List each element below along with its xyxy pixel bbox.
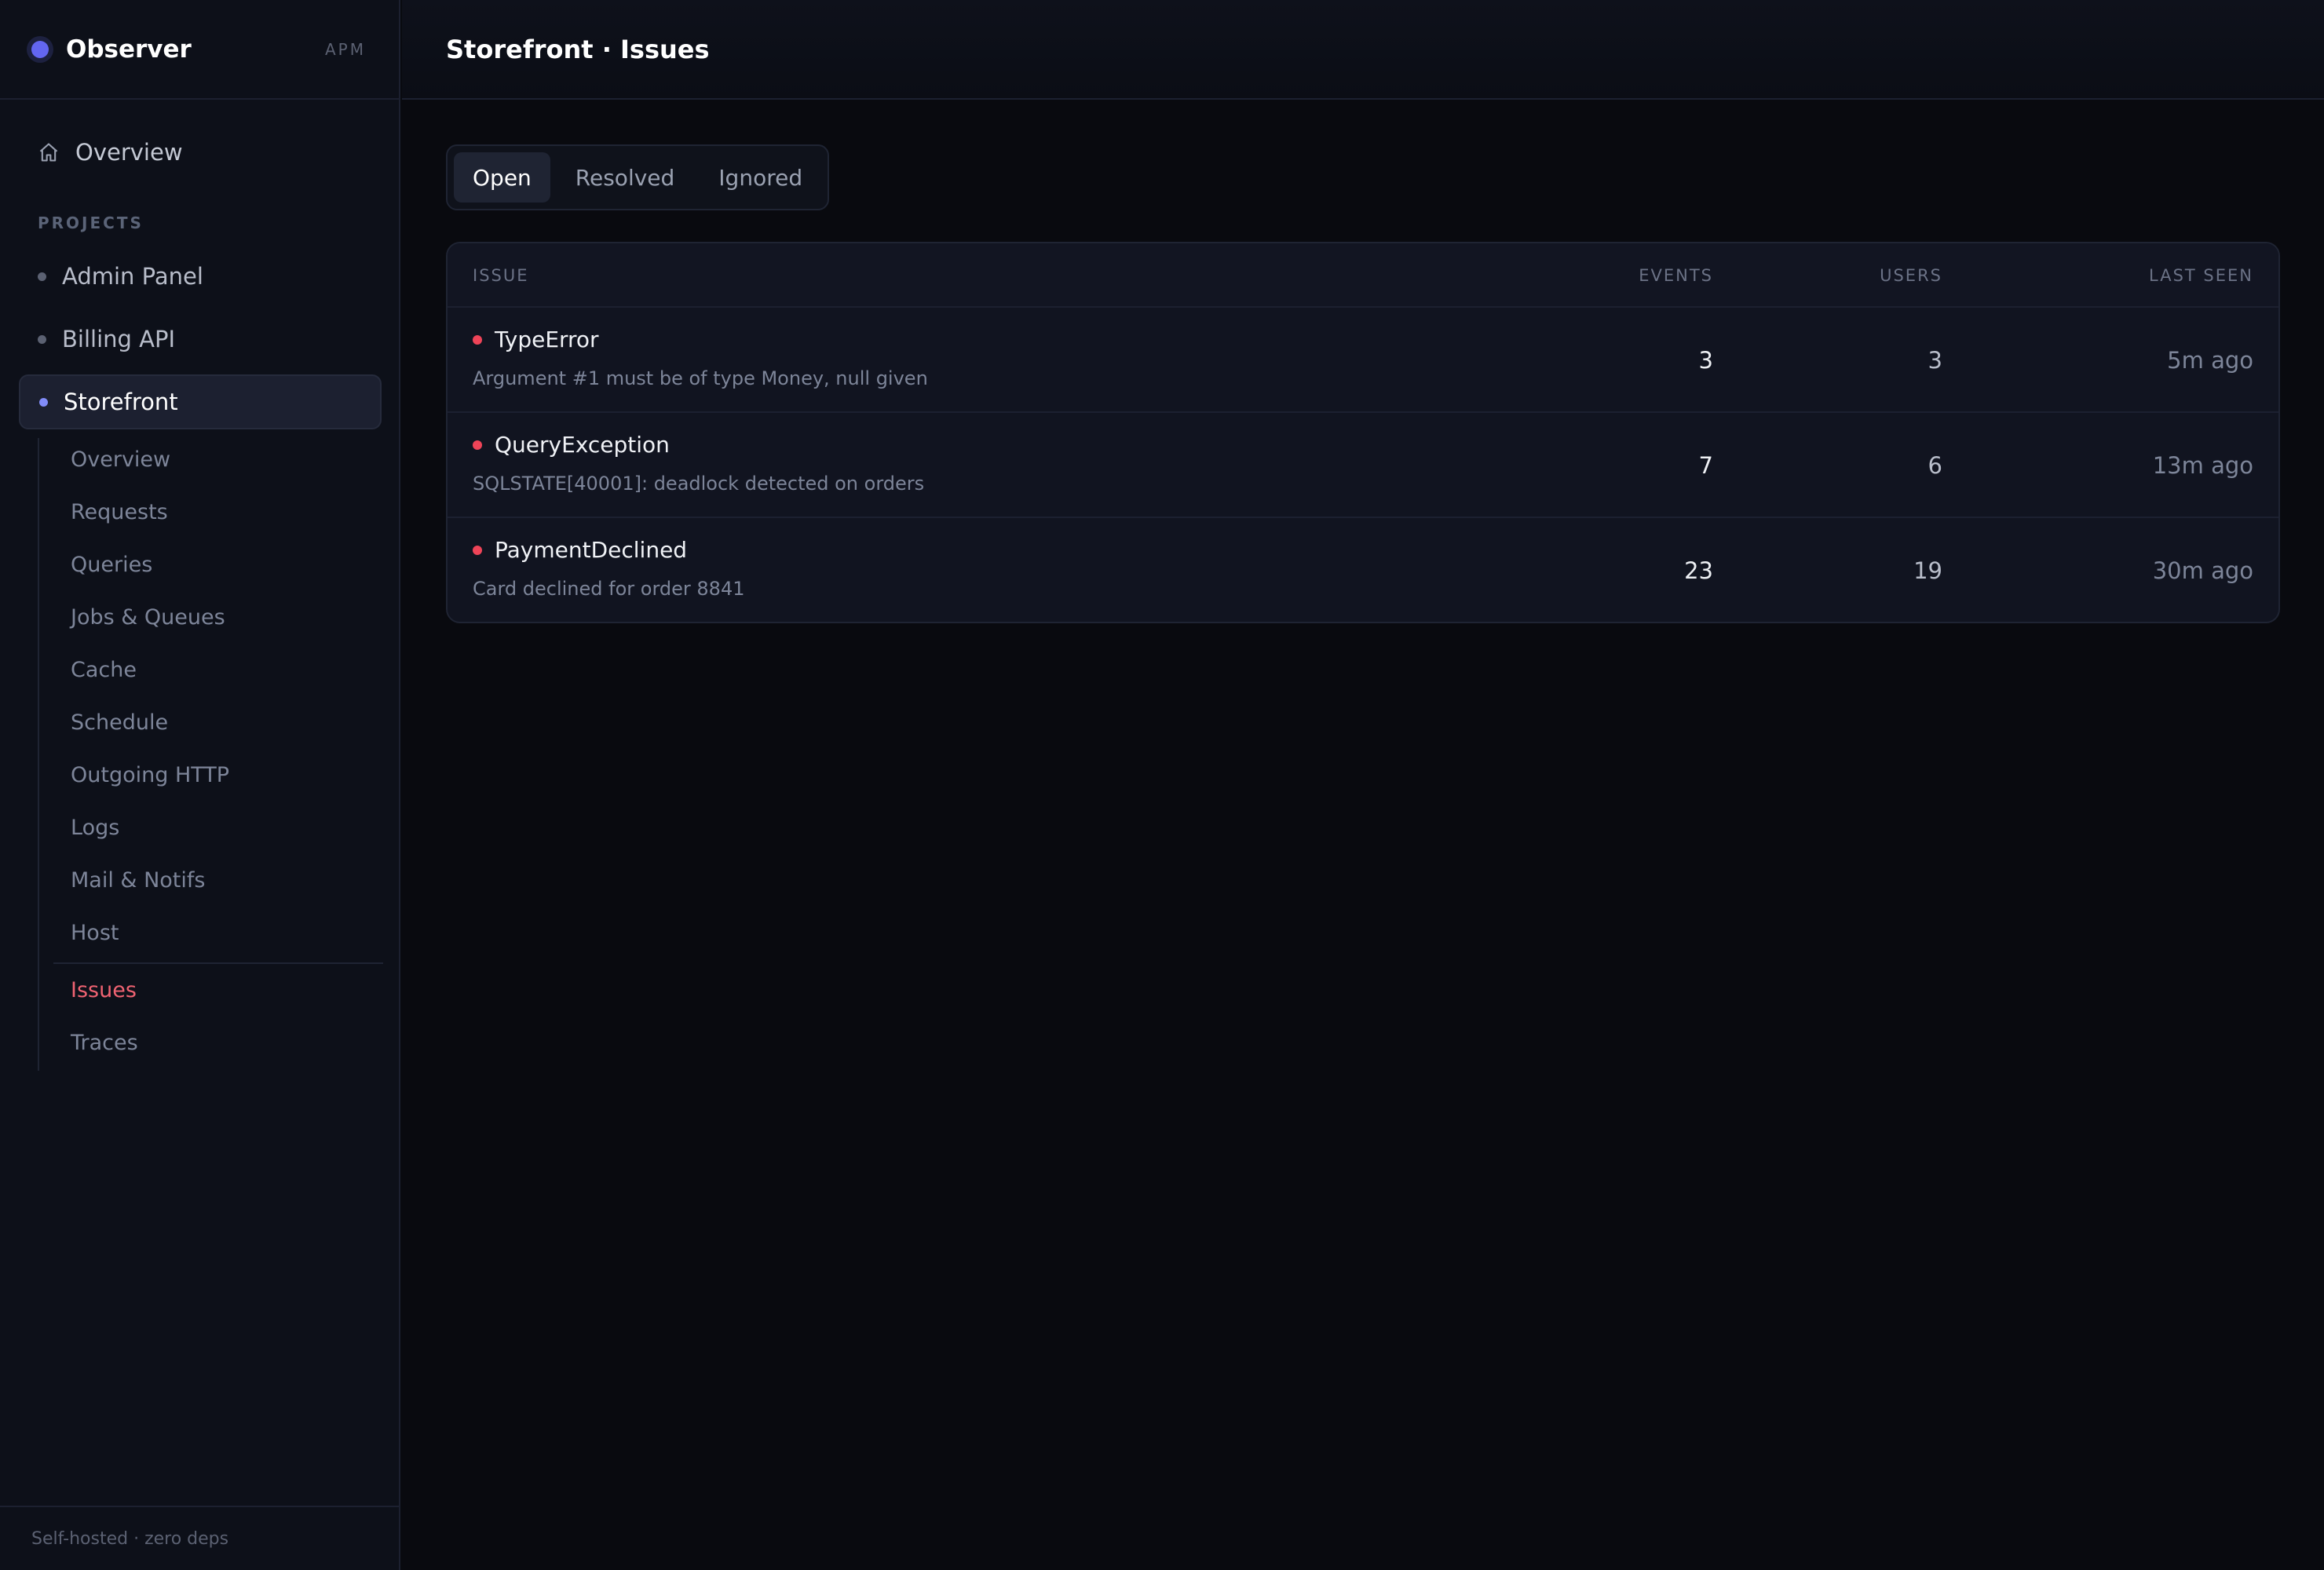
column-header-issue[interactable]: ISSUE [473, 243, 529, 308]
subnav-item-cache[interactable]: Cache [71, 652, 137, 689]
tab-ignored[interactable]: Ignored [700, 152, 821, 203]
issue-message: SQLSTATE[40001]: deadlock detected on or… [473, 473, 925, 495]
issue-title: TypeError [495, 327, 599, 352]
project-label: Billing API [62, 326, 176, 352]
project-billing-api[interactable]: Billing API [19, 312, 382, 367]
subnav-item-issues[interactable]: Issues [71, 972, 137, 1010]
project-label: Admin Panel [62, 263, 203, 290]
error-dot-icon [473, 545, 482, 555]
home-icon [39, 143, 58, 162]
column-header-users[interactable]: USERS [1880, 243, 1942, 308]
issue-users-count: 3 [1928, 347, 1942, 374]
error-dot-icon [473, 440, 482, 450]
subnav-item-queries[interactable]: Queries [71, 546, 152, 584]
issue-status-tabs: Open Resolved Ignored [446, 144, 829, 210]
subnav-item-schedule[interactable]: Schedule [71, 704, 168, 742]
issue-events-count: 7 [1698, 452, 1713, 479]
column-header-last-seen[interactable]: LAST SEEN [2149, 243, 2253, 308]
projects-section-label: PROJECTS [38, 214, 144, 232]
table-header: ISSUE EVENTS USERS LAST SEEN [448, 243, 2278, 308]
subnav-item-mail-notifs[interactable]: Mail & Notifs [71, 862, 205, 900]
page-header: Storefront · Issues [402, 0, 2324, 100]
brand-tag: APM [325, 39, 366, 59]
column-header-events[interactable]: EVENTS [1639, 243, 1713, 308]
subnav-divider [53, 962, 383, 964]
page-title: Storefront · Issues [446, 34, 710, 64]
error-dot-icon [473, 334, 482, 345]
issue-title: QueryException [495, 432, 670, 458]
nav-overview-label: Overview [75, 139, 183, 166]
table-row[interactable]: QueryException SQLSTATE[40001]: deadlock… [448, 413, 2278, 518]
brand: Observer APM [0, 0, 399, 100]
subnav-item-logs[interactable]: Logs [71, 809, 119, 847]
project-label: Storefront [64, 389, 178, 415]
issue-users-count: 19 [1913, 557, 1942, 584]
project-dot-icon [38, 334, 46, 344]
subnav-item-requests[interactable]: Requests [71, 494, 168, 531]
table-row[interactable]: PaymentDeclined Card declined for order … [448, 518, 2278, 622]
table-row[interactable]: TypeError Argument #1 must be of type Mo… [448, 308, 2278, 413]
storefront-subnav: Overview Requests Queries Jobs & Queues … [38, 438, 383, 1071]
issue-name: TypeError [473, 327, 599, 352]
sidebar: Observer APM Overview PROJECTS Admin Pan… [0, 0, 400, 1570]
tab-open[interactable]: Open [454, 152, 550, 203]
project-admin-panel[interactable]: Admin Panel [19, 249, 382, 304]
tab-resolved[interactable]: Resolved [557, 152, 694, 203]
subnav-item-outgoing-http[interactable]: Outgoing HTTP [71, 757, 229, 794]
issue-title: PaymentDeclined [495, 537, 688, 563]
project-storefront[interactable]: Storefront [19, 374, 382, 429]
nav-overview[interactable]: Overview [19, 126, 382, 179]
issue-name: QueryException [473, 432, 670, 458]
project-dot-icon [39, 397, 48, 407]
issue-last-seen: 30m ago [2152, 557, 2253, 584]
issue-users-count: 6 [1928, 452, 1942, 479]
subnav-item-host[interactable]: Host [71, 915, 119, 952]
issue-events-count: 3 [1698, 347, 1713, 374]
issue-name: PaymentDeclined [473, 537, 687, 563]
subnav-item-jobs-queues[interactable]: Jobs & Queues [71, 599, 225, 637]
subnav-item-overview[interactable]: Overview [71, 441, 170, 479]
issue-message: Card declined for order 8841 [473, 578, 745, 600]
issues-table: ISSUE EVENTS USERS LAST SEEN TypeError A… [446, 242, 2280, 623]
issue-last-seen: 13m ago [2152, 452, 2253, 479]
brand-name: Observer [66, 35, 192, 64]
logo-icon [27, 35, 53, 63]
sidebar-footer: Self-hosted · zero deps [0, 1506, 399, 1570]
issue-events-count: 23 [1684, 557, 1713, 584]
issue-message: Argument #1 must be of type Money, null … [473, 367, 928, 389]
subnav-item-traces[interactable]: Traces [71, 1024, 138, 1062]
project-dot-icon [38, 272, 46, 281]
issue-last-seen: 5m ago [2167, 347, 2253, 374]
